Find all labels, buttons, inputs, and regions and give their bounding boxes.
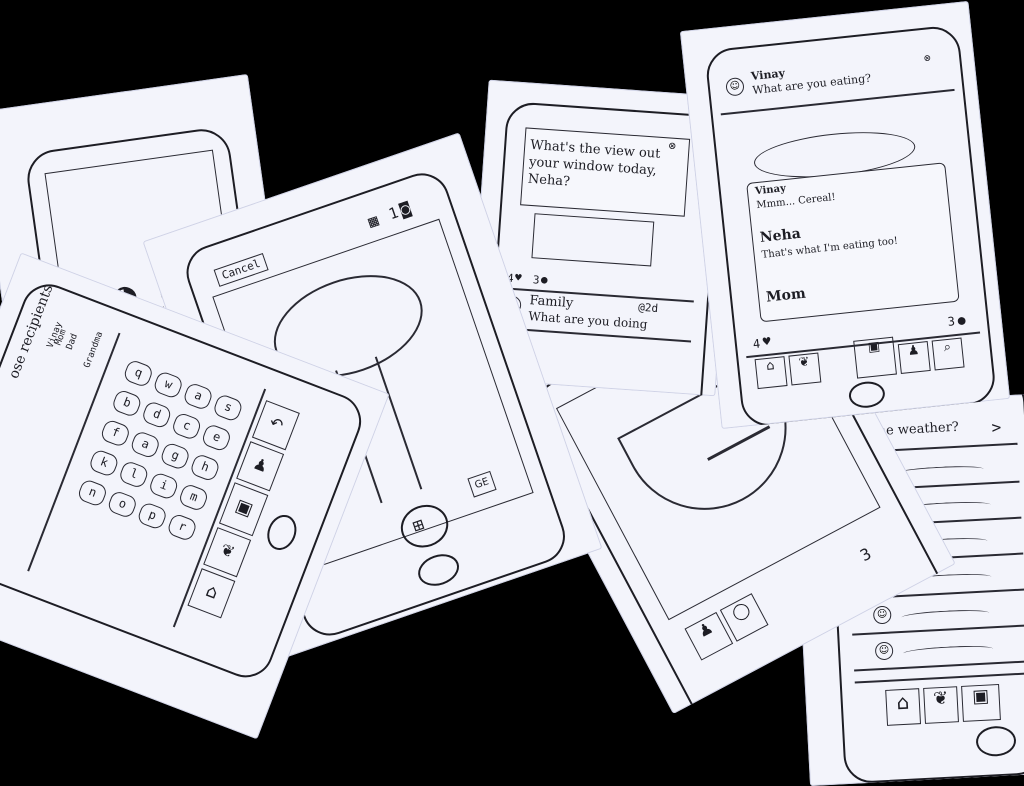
- like-count: 4: [752, 336, 761, 352]
- camera-icon[interactable]: ▣: [853, 336, 897, 379]
- heart-icon: ♥: [514, 271, 523, 285]
- comment-icon: ●: [540, 272, 549, 287]
- prompt-text: What's the view out your window today, N…: [527, 137, 661, 190]
- comment-count: 3: [532, 273, 540, 287]
- heart-icon: ♥: [762, 334, 772, 351]
- leaf-icon[interactable]: ❦: [923, 686, 959, 724]
- photo-icon[interactable]: ▣: [961, 683, 1001, 722]
- comment-icon: ●: [956, 313, 967, 329]
- search-icon[interactable]: ⌕: [931, 337, 965, 371]
- home-icon[interactable]: ⌂: [885, 688, 922, 726]
- window-photo: [531, 213, 655, 267]
- group-name: Family: [528, 293, 574, 312]
- sketch-chat-card: ☺ Vinay What are you eating? ⊗ Vinay Mmm…: [679, 0, 1011, 430]
- chevron-right-icon[interactable]: >: [991, 418, 1002, 437]
- user-icon[interactable]: ♟: [897, 341, 931, 375]
- close-icon[interactable]: ⊗: [923, 51, 931, 65]
- close-icon[interactable]: ⊗: [668, 138, 676, 152]
- leaf-icon[interactable]: ❦: [788, 352, 822, 386]
- comment-count: 3: [946, 314, 956, 329]
- post-time: @2d: [637, 300, 659, 316]
- home-icon[interactable]: ⌂: [754, 356, 788, 390]
